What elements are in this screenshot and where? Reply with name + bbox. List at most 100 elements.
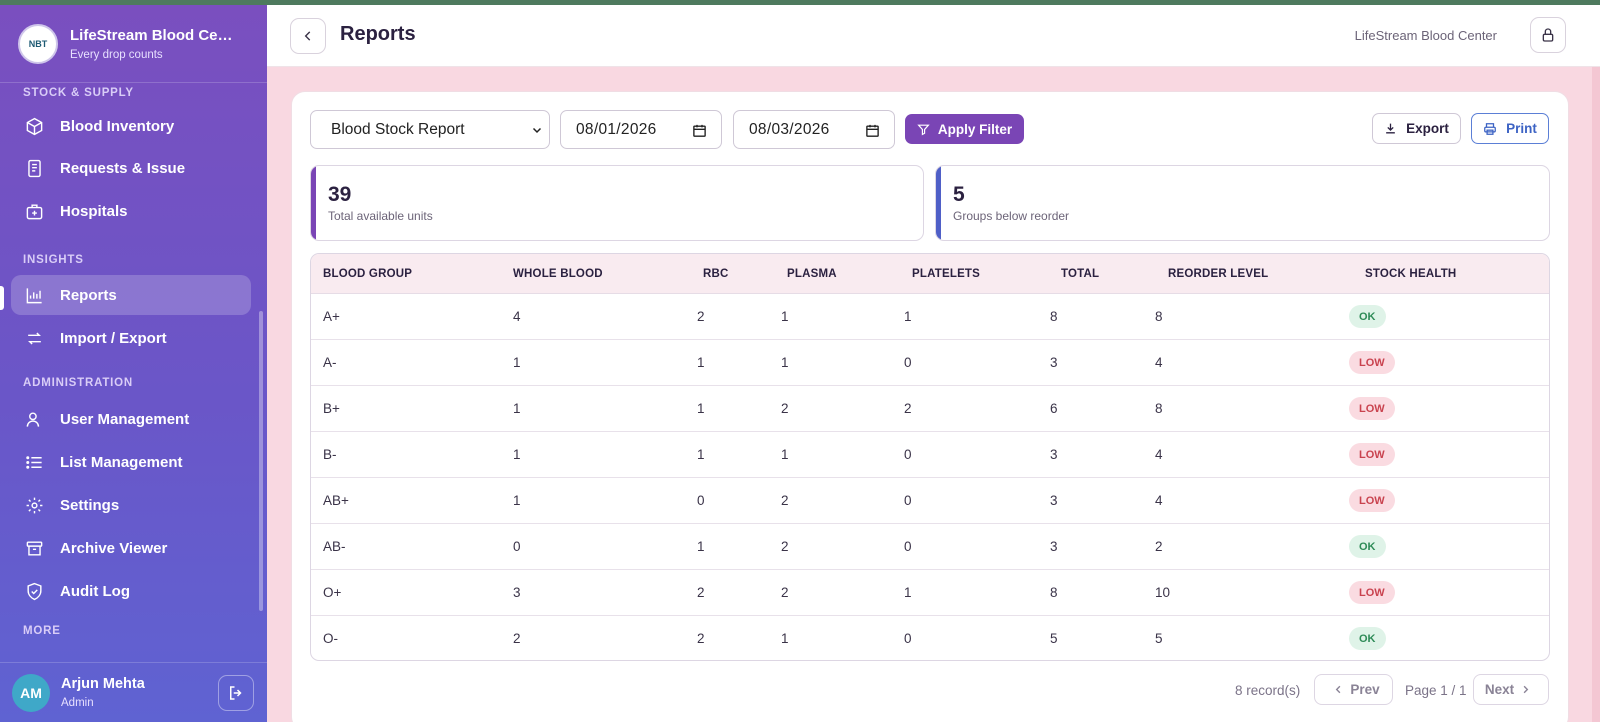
table-cell: 1 — [904, 585, 912, 600]
sidebar-scrollbar[interactable] — [259, 311, 263, 611]
stat-card-below-reorder: 5 Groups below reorder — [935, 165, 1550, 241]
table-cell: 4 — [1155, 493, 1163, 508]
chevron-left-icon — [1336, 685, 1341, 694]
table-cell: 1 — [781, 355, 789, 370]
stat-accent — [311, 166, 316, 240]
sidebar-item-hospitals[interactable]: Hospitals — [11, 191, 251, 231]
column-header: PLASMA — [787, 268, 837, 280]
report-type-value: Blood Stock Report — [331, 120, 465, 138]
table-cell: 4 — [1155, 355, 1163, 370]
lock-button[interactable] — [1530, 17, 1566, 53]
sidebar-item-label: Settings — [60, 496, 120, 514]
sidebar-item-user-management[interactable]: User Management — [11, 399, 251, 439]
table-cell: 2 — [697, 631, 705, 646]
table-cell: 3 — [1050, 447, 1058, 462]
column-header: STOCK HEALTH — [1365, 268, 1457, 280]
sidebar-item-label: Blood Inventory — [60, 117, 175, 135]
export-button[interactable]: Export — [1372, 113, 1461, 144]
sidebar-item-blood-inventory[interactable]: Blood Inventory — [11, 106, 251, 146]
column-header: BLOOD GROUP — [323, 268, 413, 280]
sidebar-item-reports[interactable]: Reports — [11, 275, 251, 315]
status-badge: LOW — [1349, 443, 1395, 466]
column-header: REORDER LEVEL — [1168, 268, 1269, 280]
table-cell: AB- — [323, 539, 346, 554]
chevron-down-icon — [532, 127, 542, 134]
stock-table: BLOOD GROUP WHOLE BLOOD RBC PLASMA PLATE… — [310, 253, 1550, 661]
sidebar-item-import-export[interactable]: Import / Export — [11, 318, 251, 358]
table-cell: 0 — [904, 631, 912, 646]
table-row: A- 1 1 1 0 3 4 LOW — [311, 340, 1549, 386]
prev-page-button[interactable]: Prev — [1314, 674, 1393, 705]
page-scrollbar[interactable] — [1592, 67, 1600, 722]
apply-filter-button[interactable]: Apply Filter — [905, 114, 1024, 144]
table-cell: 0 — [904, 355, 912, 370]
table-cell: 1 — [904, 309, 912, 324]
sidebar-item-list-management[interactable]: List Management — [11, 442, 251, 482]
print-button[interactable]: Print — [1471, 113, 1549, 144]
user-panel: AM Arjun Mehta Admin — [0, 662, 267, 722]
table-row: O+ 3 2 2 1 8 10 LOW — [311, 570, 1549, 616]
table-row: A+ 4 2 1 1 8 8 OK — [311, 294, 1549, 340]
report-card: Blood Stock Report 08/01/2026 08/03/2026… — [291, 91, 1569, 722]
calendar-icon[interactable] — [865, 123, 880, 138]
table-row: AB- 0 1 2 0 3 2 OK — [311, 524, 1549, 570]
prev-label: Prev — [1350, 682, 1380, 697]
section-label-insights: INSIGHTS — [23, 254, 84, 266]
sidebar-item-requests-issue[interactable]: Requests & Issue — [11, 148, 251, 188]
stat-value: 5 — [953, 183, 965, 206]
stat-label: Groups below reorder — [953, 209, 1070, 223]
table-cell: 4 — [1155, 447, 1163, 462]
from-date-input[interactable]: 08/01/2026 — [560, 110, 722, 149]
table-cell: 0 — [697, 493, 705, 508]
next-page-button[interactable]: Next — [1473, 674, 1549, 705]
calendar-icon[interactable] — [692, 123, 707, 138]
status-badge: LOW — [1349, 581, 1395, 604]
status-badge: OK — [1349, 305, 1386, 328]
table-cell: AB+ — [323, 493, 349, 508]
stat-label: Total available units — [328, 209, 433, 223]
sidebar-item-label: User Management — [60, 410, 190, 428]
section-label-admin: ADMINISTRATION — [23, 377, 134, 389]
table-row: O- 2 2 1 0 5 5 OK — [311, 616, 1549, 660]
to-date-input[interactable]: 08/03/2026 — [733, 110, 895, 149]
sidebar-item-label: Archive Viewer — [60, 539, 168, 557]
document-icon — [28, 159, 41, 177]
table-cell: 2 — [513, 631, 521, 646]
printer-icon — [1484, 122, 1497, 135]
report-type-select[interactable]: Blood Stock Report — [310, 110, 550, 149]
table-cell: 5 — [1155, 631, 1163, 646]
sidebar-item-audit-log[interactable]: Audit Log — [11, 571, 251, 611]
header-org-name: LifeStream Blood Center — [1354, 28, 1497, 43]
sidebar-item-label: Requests & Issue — [60, 159, 186, 177]
table-cell: 4 — [513, 309, 521, 324]
column-header: TOTAL — [1061, 268, 1100, 280]
sidebar-item-settings[interactable]: Settings — [11, 485, 251, 525]
back-button[interactable] — [290, 18, 326, 54]
page-indicator: Page 1 / 1 — [1405, 683, 1467, 698]
top-header: Reports LifeStream Blood Center — [267, 5, 1600, 67]
sidebar-item-label: Audit Log — [60, 582, 130, 600]
export-label: Export — [1406, 121, 1449, 136]
sidebar-item-label: Reports — [60, 286, 117, 304]
table-cell: 0 — [904, 493, 912, 508]
sidebar-item-archive-viewer[interactable]: Archive Viewer — [11, 528, 251, 568]
print-label: Print — [1506, 121, 1537, 136]
filter-icon — [917, 124, 930, 135]
sidebar-item-label: Hospitals — [60, 202, 128, 220]
logo: NBT — [18, 23, 58, 64]
table-cell: 1 — [513, 355, 521, 370]
avatar[interactable]: AM — [12, 673, 50, 712]
table-row: AB+ 1 0 2 0 3 4 LOW — [311, 478, 1549, 524]
logout-button[interactable] — [218, 675, 254, 711]
table-cell: 1 — [781, 631, 789, 646]
table-cell: 2 — [781, 493, 789, 508]
table-cell: 1 — [781, 447, 789, 462]
table-cell: 5 — [1050, 631, 1058, 646]
table-cell: A- — [323, 355, 337, 370]
table-cell: O+ — [323, 585, 342, 600]
arrows-swap-icon — [28, 331, 41, 345]
section-label-stock: STOCK & SUPPLY — [23, 87, 134, 99]
stat-value: 39 — [328, 183, 352, 206]
cube-icon — [26, 117, 43, 135]
table-cell: 2 — [1155, 539, 1163, 554]
